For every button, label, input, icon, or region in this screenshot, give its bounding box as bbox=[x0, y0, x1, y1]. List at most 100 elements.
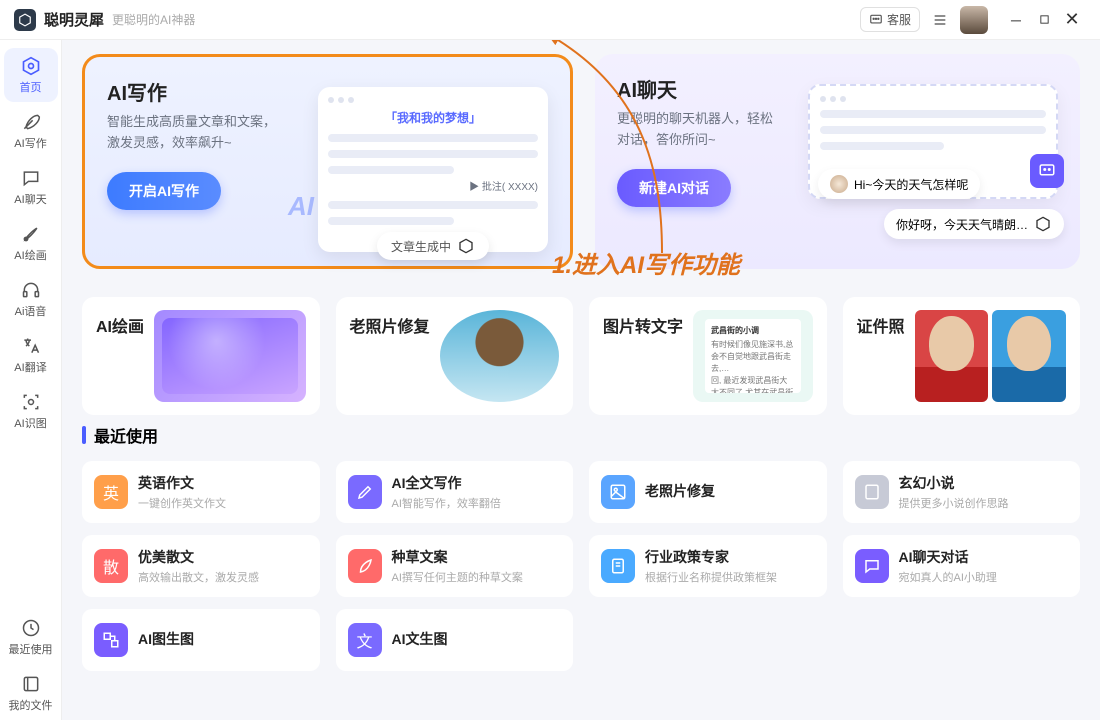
recent-title: 行业政策专家 bbox=[645, 547, 777, 567]
book-icon bbox=[855, 475, 889, 509]
recent-item[interactable]: 老照片修复 bbox=[589, 461, 827, 523]
user-avatar[interactable] bbox=[960, 6, 988, 34]
doc-icon bbox=[601, 549, 635, 583]
english-icon: 英 bbox=[94, 475, 128, 509]
leaf-icon bbox=[348, 549, 382, 583]
preview-tag: ▶ 批注( XXXX) bbox=[328, 178, 538, 193]
start-ai-write-button[interactable]: 开启AI写作 bbox=[107, 172, 221, 210]
recent-title: AI图生图 bbox=[138, 629, 194, 649]
app-name: 聪明灵犀 bbox=[44, 9, 104, 30]
chat-icon bbox=[869, 13, 883, 27]
sidebar: 首页 AI写作 AI聊天 AI绘画 Ai语音 AI翻译 AI识图 最近使用 我的… bbox=[0, 40, 62, 720]
recent-title: 优美散文 bbox=[138, 547, 259, 567]
app-tagline: 更聪明的AI神器 bbox=[112, 11, 195, 28]
feature-thumb-photo bbox=[440, 310, 559, 402]
hero-chat-preview: Hi~今天的天气怎样呢 你好呀，今天天气晴朗… bbox=[808, 84, 1058, 249]
feather-icon bbox=[20, 111, 42, 133]
titlebar: 聪明灵犀 更聪明的AI神器 客服 ─ ✕ bbox=[0, 0, 1100, 40]
sidebar-item-label: Ai语音 bbox=[15, 303, 47, 319]
pen-icon bbox=[348, 475, 382, 509]
hexagon-icon bbox=[1034, 215, 1052, 233]
sidebar-item-label: AI绘画 bbox=[14, 247, 46, 263]
recent-title: 英语作文 bbox=[138, 473, 226, 493]
folder-icon bbox=[20, 673, 42, 695]
app-logo bbox=[14, 9, 36, 31]
recent-item[interactable]: 行业政策专家根据行业名称提供政策框架 bbox=[589, 535, 827, 597]
hamburger-menu[interactable] bbox=[928, 8, 952, 32]
customer-service-label: 客服 bbox=[887, 11, 911, 28]
img2img-icon bbox=[94, 623, 128, 657]
recent-title: AI聊天对话 bbox=[899, 547, 997, 567]
feature-card-photo-restore[interactable]: 老照片修复 bbox=[336, 297, 574, 415]
sidebar-item-files[interactable]: 我的文件 bbox=[4, 666, 58, 720]
sidebar-item-label: AI翻译 bbox=[14, 359, 46, 375]
recent-desc: 高效输出散文，激发灵感 bbox=[138, 569, 259, 585]
hero-card-write[interactable]: AI写作 智能生成高质量文章和文案， 激发灵感，效率飙升~ 开启AI写作 「我和… bbox=[82, 54, 573, 269]
feature-title: 证件照 bbox=[857, 313, 905, 337]
feature-title: 图片转文字 bbox=[603, 313, 683, 337]
recent-item[interactable]: AI全文写作AI智能写作，效率翻倍 bbox=[336, 461, 574, 523]
sidebar-item-recent[interactable]: 最近使用 bbox=[4, 610, 58, 664]
chat-bubble-icon bbox=[20, 167, 42, 189]
txt2img-icon: 文 bbox=[348, 623, 382, 657]
window-maximize[interactable] bbox=[1030, 6, 1058, 34]
window-close[interactable]: ✕ bbox=[1058, 6, 1086, 34]
recent-desc: 一键创作英文作文 bbox=[138, 495, 226, 511]
hero-card-chat[interactable]: AI聊天 更聪明的聊天机器人，轻松 对话，答你所问~ 新建AI对话 Hi~今天的… bbox=[595, 54, 1080, 269]
recent-desc: AI撰写任何主题的种草文案 bbox=[392, 569, 523, 585]
feature-card-id-photo[interactable]: 证件照 bbox=[843, 297, 1081, 415]
prose-icon: 散 bbox=[94, 549, 128, 583]
customer-service-button[interactable]: 客服 bbox=[860, 7, 920, 32]
hexagon-icon bbox=[457, 237, 475, 255]
annotation-text: 1.进入AI写作功能 bbox=[552, 245, 740, 280]
new-ai-chat-button[interactable]: 新建AI对话 bbox=[617, 169, 731, 207]
sidebar-item-label: AI识图 bbox=[14, 415, 46, 431]
feature-card-ocr[interactable]: 图片转文字 武昌街的小调有时候们像见施深书,总会不自觉地跟武昌街走去,…回, 最… bbox=[589, 297, 827, 415]
recent-grid: 英英语作文一键创作英文作文 AI全文写作AI智能写作，效率翻倍 老照片修复 玄幻… bbox=[82, 461, 1080, 671]
hero-write-preview: 「我和我的梦想」 ▶ 批注( XXXX) AI 文章生成中 bbox=[318, 87, 548, 252]
sidebar-item-label: 最近使用 bbox=[9, 641, 53, 657]
recent-heading: 最近使用 bbox=[82, 423, 1080, 447]
recent-item[interactable]: 散优美散文高效输出散文，激发灵感 bbox=[82, 535, 320, 597]
recent-desc: 根据行业名称提供政策框架 bbox=[645, 569, 777, 585]
translate-icon bbox=[20, 335, 42, 357]
recent-item[interactable]: AI图生图 bbox=[82, 609, 320, 671]
recent-item[interactable]: 玄幻小说提供更多小说创作思路 bbox=[843, 461, 1081, 523]
sidebar-item-translate[interactable]: AI翻译 bbox=[4, 328, 58, 382]
window-minimize[interactable]: ─ bbox=[1002, 6, 1030, 34]
main-content: AI写作 智能生成高质量文章和文案， 激发灵感，效率飙升~ 开启AI写作 「我和… bbox=[62, 40, 1100, 720]
recent-item[interactable]: 文AI文生图 bbox=[336, 609, 574, 671]
recent-title: 玄幻小说 bbox=[899, 473, 1009, 493]
recent-title: 老照片修复 bbox=[645, 481, 715, 501]
headphone-icon bbox=[20, 279, 42, 301]
sidebar-item-paint[interactable]: AI绘画 bbox=[4, 216, 58, 270]
sidebar-item-label: 首页 bbox=[20, 79, 42, 95]
preview-title: 「我和我的梦想」 bbox=[328, 109, 538, 126]
recent-item[interactable]: AI聊天对话宛如真人的AI小助理 bbox=[843, 535, 1081, 597]
sidebar-item-home[interactable]: 首页 bbox=[4, 48, 58, 102]
chat-bubble-user: Hi~今天的天气怎样呢 bbox=[818, 169, 980, 199]
brush-icon bbox=[20, 223, 42, 245]
menu-icon bbox=[932, 12, 948, 28]
recent-desc: 提供更多小说创作思路 bbox=[899, 495, 1009, 511]
ai-badge: AI bbox=[288, 191, 314, 222]
sidebar-item-chat[interactable]: AI聊天 bbox=[4, 160, 58, 214]
feature-card-paint[interactable]: AI绘画 bbox=[82, 297, 320, 415]
feature-thumb-id bbox=[915, 310, 1066, 402]
sidebar-item-ocr[interactable]: AI识图 bbox=[4, 384, 58, 438]
sidebar-item-label: AI写作 bbox=[14, 135, 46, 151]
image-icon bbox=[601, 475, 635, 509]
sidebar-item-voice[interactable]: Ai语音 bbox=[4, 272, 58, 326]
chat-bubble-ai: 你好呀，今天天气晴朗… bbox=[884, 209, 1064, 239]
feature-title: 老照片修复 bbox=[350, 313, 430, 337]
recent-title: 种草文案 bbox=[392, 547, 523, 567]
feature-thumb-paint bbox=[154, 310, 305, 402]
hero-chat-desc: 更聪明的聊天机器人，轻松 对话，答你所问~ bbox=[617, 109, 817, 151]
clock-icon bbox=[20, 617, 42, 639]
chat-icon bbox=[855, 549, 889, 583]
recent-item[interactable]: 种草文案 AI撰写任何主题的种草文案 bbox=[336, 535, 574, 597]
sidebar-item-write[interactable]: AI写作 bbox=[4, 104, 58, 158]
recent-item[interactable]: 英英语作文一键创作英文作文 bbox=[82, 461, 320, 523]
sidebar-item-label: 我的文件 bbox=[9, 697, 53, 713]
recent-desc: AI智能写作，效率翻倍 bbox=[392, 495, 501, 511]
